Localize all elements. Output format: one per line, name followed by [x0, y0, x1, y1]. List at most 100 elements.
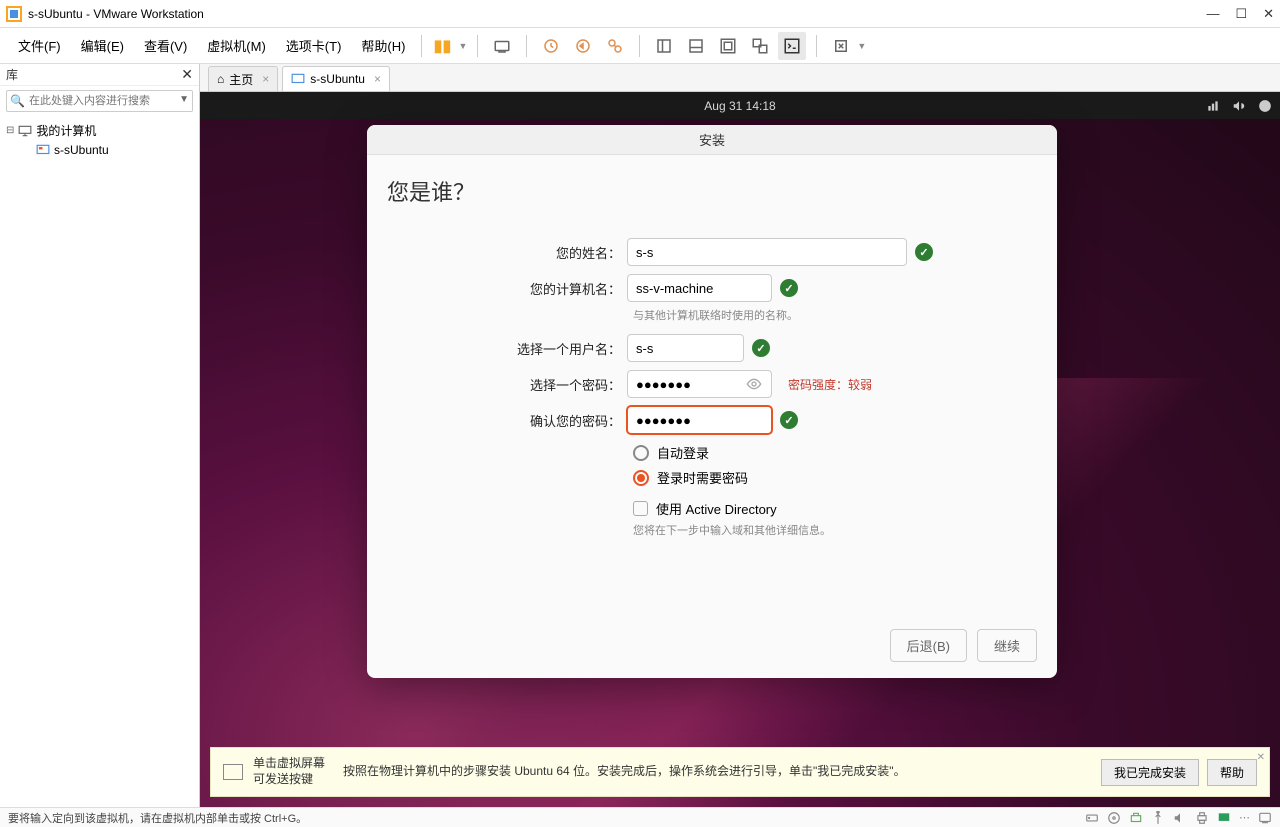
- tab-home-label: 主页: [229, 71, 253, 88]
- ubuntu-system-tray[interactable]: [1206, 99, 1272, 113]
- console-view-button[interactable]: [778, 32, 806, 60]
- menu-bar: 文件(F) 编辑(E) 查看(V) 虚拟机(M) 选项卡(T) 帮助(H) ▮▮…: [0, 28, 1280, 64]
- message-log-icon[interactable]: [1258, 811, 1272, 825]
- tree-vm-s-subuntu[interactable]: s-sUbuntu: [6, 141, 193, 159]
- fullscreen-button[interactable]: [714, 32, 742, 60]
- toolbar: ▮▮ ▼ ▼: [428, 32, 866, 60]
- status-device-icons: ⋯: [1085, 811, 1272, 825]
- view-thumbnails-button[interactable]: [682, 32, 710, 60]
- show-password-icon[interactable]: [746, 376, 762, 392]
- status-text: 要将输入定向到该虚拟机，请在虚拟机内部单击或按 Ctrl+G。: [8, 810, 307, 826]
- hostname-hint: 与其他计算机联络时使用的名称。: [633, 307, 1037, 323]
- vm-screen[interactable]: Aug 31 14:18 安装 您是谁？ 您的姓名：: [200, 92, 1280, 807]
- tree-root-my-computer[interactable]: ⊟ 我的计算机: [6, 120, 193, 141]
- pause-button[interactable]: ▮▮: [428, 32, 456, 60]
- library-search: 🔍 ▼: [6, 90, 193, 112]
- vm-icon: [36, 144, 50, 156]
- installer-title: 您是谁？: [387, 175, 1037, 207]
- printer-icon[interactable]: [1195, 811, 1209, 825]
- menu-help[interactable]: 帮助(H): [351, 36, 415, 55]
- maximize-button[interactable]: ☐: [1235, 6, 1247, 22]
- menu-file[interactable]: 文件(F): [8, 36, 71, 55]
- disk-icon[interactable]: [1085, 811, 1099, 825]
- active-directory-option[interactable]: 使用 Active Directory: [633, 499, 1037, 518]
- network-icon: [1206, 99, 1220, 113]
- status-more-icon[interactable]: ⋯: [1239, 811, 1250, 824]
- name-label: 您的姓名：: [387, 243, 627, 262]
- window-controls: — ☐ ✕: [1206, 6, 1274, 22]
- search-icon: 🔍: [10, 94, 25, 108]
- library-close-button[interactable]: ✕: [181, 66, 193, 83]
- hint-message: 按照在物理计算机中的步骤安装 Ubuntu 64 位。安装完成后，操作系统会进行…: [343, 764, 1091, 780]
- window-title: s-sUbuntu - VMware Workstation: [28, 7, 204, 21]
- hostname-valid-icon: [780, 279, 798, 297]
- library-sidebar: 库 ✕ 🔍 ▼ ⊟ 我的计算机 s-sUbuntu: [0, 64, 200, 807]
- send-ctrl-alt-del-button[interactable]: [488, 32, 516, 60]
- active-directory-hint: 您将在下一步中输入域和其他详细信息。: [633, 522, 1037, 538]
- ubuntu-installer-window: 安装 您是谁？ 您的姓名： 您的计算机名： 与其他计算机联络时使用的名称。: [367, 125, 1057, 678]
- library-search-input[interactable]: [6, 90, 193, 112]
- volume-icon: [1232, 99, 1246, 113]
- computer-icon: [18, 125, 32, 137]
- library-header: 库 ✕: [0, 64, 199, 86]
- hostname-label: 您的计算机名：: [387, 279, 627, 298]
- name-valid-icon: [915, 243, 933, 261]
- library-tree: ⊟ 我的计算机 s-sUbuntu: [0, 116, 199, 163]
- continue-button[interactable]: 继续: [977, 629, 1037, 662]
- menu-edit[interactable]: 编辑(E): [71, 36, 134, 55]
- network-adapter-icon[interactable]: [1129, 811, 1143, 825]
- require-password-option[interactable]: 登录时需要密码: [633, 468, 1037, 487]
- minimize-button[interactable]: —: [1206, 6, 1219, 22]
- radio-unchecked-icon: [633, 445, 649, 461]
- confirm-password-input[interactable]: [627, 406, 772, 434]
- install-help-button[interactable]: 帮助: [1207, 759, 1257, 786]
- snapshot-manager-button[interactable]: [601, 32, 629, 60]
- close-button[interactable]: ✕: [1263, 6, 1274, 22]
- tab-vm-close[interactable]: ×: [374, 72, 381, 86]
- tab-vm[interactable]: s-sUbuntu ×: [282, 66, 390, 91]
- auto-login-option[interactable]: 自动登录: [633, 443, 1037, 462]
- menu-vm[interactable]: 虚拟机(M): [197, 36, 276, 55]
- name-input[interactable]: [627, 238, 907, 266]
- stretch-button[interactable]: [827, 32, 855, 60]
- snapshot-button[interactable]: [537, 32, 565, 60]
- hint-title: 单击虚拟屏幕: [253, 756, 333, 772]
- username-valid-icon: [752, 339, 770, 357]
- require-password-label: 登录时需要密码: [657, 468, 748, 487]
- display-icon[interactable]: [1217, 811, 1231, 825]
- install-hint-bar: ✕ 单击虚拟屏幕 可发送按键 按照在物理计算机中的步骤安装 Ubuntu 64 …: [210, 747, 1270, 797]
- tree-root-label: 我的计算机: [36, 122, 96, 139]
- install-done-button[interactable]: 我已完成安装: [1101, 759, 1199, 786]
- ubuntu-top-bar: Aug 31 14:18: [200, 92, 1280, 119]
- password-label: 选择一个密码：: [387, 375, 627, 394]
- menu-tabs[interactable]: 选项卡(T): [276, 36, 352, 55]
- hint-sub: 可发送按键: [253, 772, 333, 788]
- tab-home-close[interactable]: ×: [262, 72, 269, 86]
- tree-vm-label: s-sUbuntu: [54, 143, 109, 157]
- username-label: 选择一个用户名：: [387, 339, 627, 358]
- title-bar: s-sUbuntu - VMware Workstation — ☐ ✕: [0, 0, 1280, 28]
- confirm-password-valid-icon: [780, 411, 798, 429]
- revert-snapshot-button[interactable]: [569, 32, 597, 60]
- ubuntu-clock[interactable]: Aug 31 14:18: [704, 99, 775, 113]
- content-area: ⌂ 主页 × s-sUbuntu × Aug 31 14:18: [200, 64, 1280, 807]
- home-icon: ⌂: [217, 72, 224, 86]
- stretch-dropdown[interactable]: ▼: [857, 41, 866, 51]
- cd-icon[interactable]: [1107, 811, 1121, 825]
- username-input[interactable]: [627, 334, 744, 362]
- hint-close-button[interactable]: ✕: [1257, 752, 1265, 763]
- vmware-icon: [6, 6, 22, 22]
- search-dropdown[interactable]: ▼: [179, 94, 189, 105]
- sound-icon[interactable]: [1173, 811, 1187, 825]
- view-single-button[interactable]: [650, 32, 678, 60]
- active-directory-label: 使用 Active Directory: [656, 499, 777, 518]
- hostname-input[interactable]: [627, 274, 772, 302]
- menu-view[interactable]: 查看(V): [134, 36, 197, 55]
- power-dropdown[interactable]: ▼: [458, 41, 467, 51]
- document-tabs: ⌂ 主页 × s-sUbuntu ×: [200, 64, 1280, 92]
- usb-icon[interactable]: [1151, 811, 1165, 825]
- tree-toggle-icon[interactable]: ⊟: [6, 125, 14, 136]
- back-button[interactable]: 后退(B): [890, 629, 967, 662]
- tab-home[interactable]: ⌂ 主页 ×: [208, 66, 278, 91]
- unity-button[interactable]: [746, 32, 774, 60]
